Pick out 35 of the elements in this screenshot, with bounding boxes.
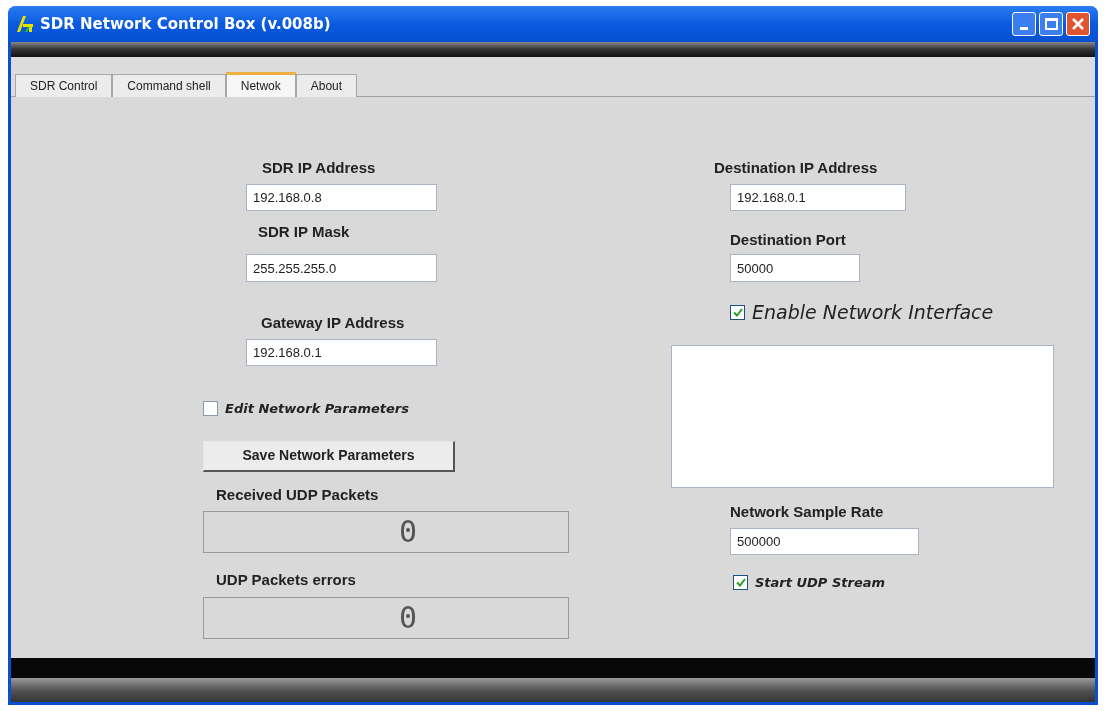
field-label: Destination IP Address xyxy=(714,159,878,177)
save-button[interactable]: Save Network Parameters xyxy=(203,440,455,472)
checkbox[interactable] xyxy=(730,304,745,320)
input-field[interactable]: 192.168.0.1 xyxy=(730,184,906,211)
close-icon xyxy=(1072,18,1084,30)
input-field[interactable]: 192.168.0.1 xyxy=(246,339,437,366)
window-title: SDR Network Control Box (v.008b) xyxy=(40,13,331,35)
tab[interactable]: Command shell xyxy=(112,74,226,97)
counter-digit: 0 xyxy=(399,515,418,548)
input-field[interactable]: 192.168.0.8 xyxy=(246,184,437,211)
app-logo-icon xyxy=(16,15,36,33)
input-field[interactable]: 500000 xyxy=(730,527,919,555)
checkbox[interactable] xyxy=(733,574,748,590)
check-icon xyxy=(732,307,743,317)
close-button[interactable] xyxy=(1066,12,1090,36)
field-label: Received UDP Packets xyxy=(216,485,379,504)
minimize-button[interactable] xyxy=(1012,12,1036,36)
field-label: Gateway IP Address xyxy=(261,314,405,332)
checkbox-label: Enable Network Interface xyxy=(752,300,994,325)
field-label: Destination Port xyxy=(730,231,846,249)
maximize-button[interactable] xyxy=(1039,12,1063,36)
check-icon xyxy=(735,577,746,587)
checkbox-label: Edit Network Parameters xyxy=(225,400,409,418)
tab[interactable]: About xyxy=(295,74,358,97)
field-label: SDR IP Mask xyxy=(258,223,350,241)
checkbox[interactable] xyxy=(203,401,218,417)
field-label: SDR IP Address xyxy=(262,159,376,177)
tab[interactable]: Netwok xyxy=(225,72,296,97)
counter-digit: 0 xyxy=(399,601,418,634)
input-field[interactable]: 255.255.255.0 xyxy=(246,254,437,282)
input-field[interactable]: 50000 xyxy=(730,254,860,282)
tab[interactable]: SDR Control xyxy=(15,74,113,97)
field-label: Network Sample Rate xyxy=(730,502,884,521)
field-label: UDP Packets errors xyxy=(216,570,356,589)
checkbox-label: Start UDP Stream xyxy=(755,573,886,592)
